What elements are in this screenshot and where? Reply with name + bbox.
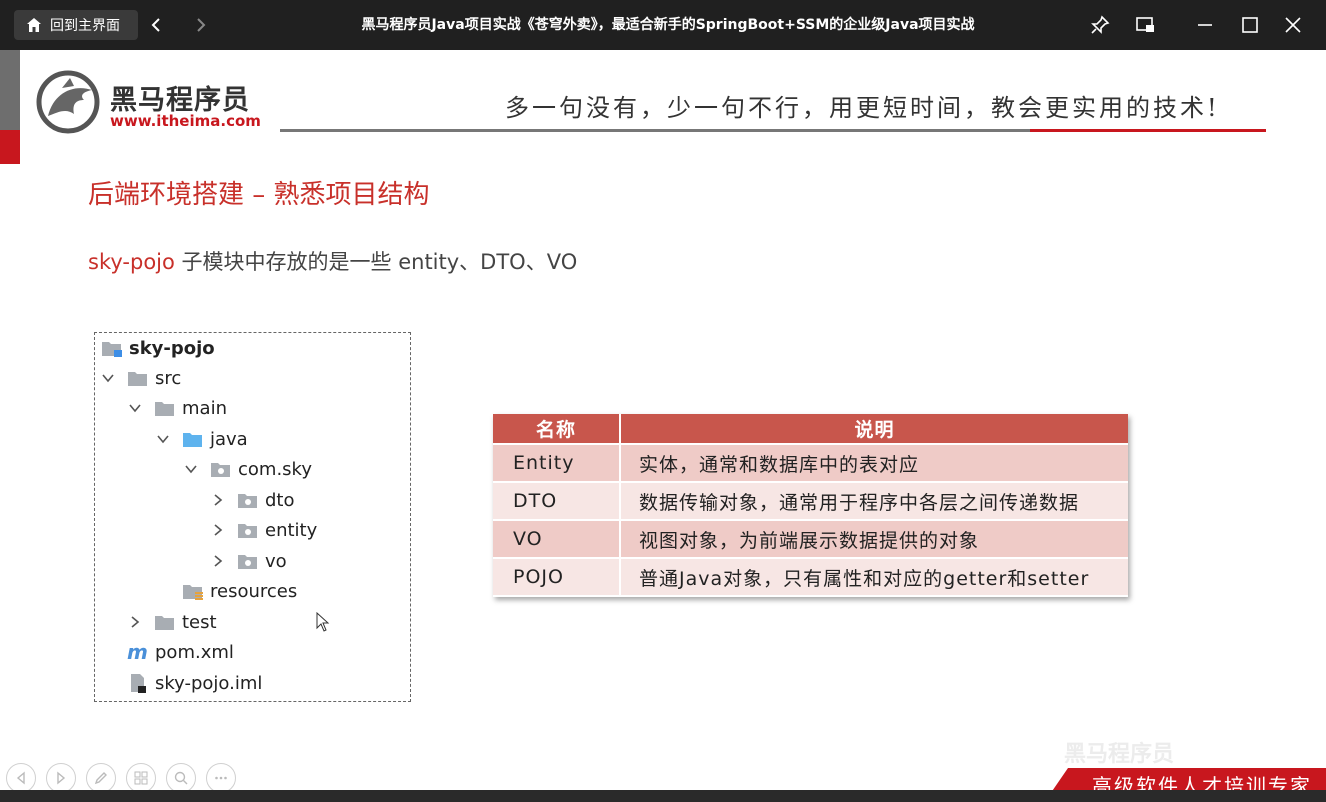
tree-item-src[interactable]: src: [101, 363, 181, 393]
table-cell-desc: 实体，通常和数据库中的表对应: [639, 453, 920, 476]
tree-item-resources[interactable]: resources: [182, 576, 297, 606]
tree-item-test[interactable]: test: [128, 607, 217, 637]
header-divider-accent: [1030, 129, 1266, 132]
resources-folder-icon: [183, 585, 203, 600]
package-icon: [238, 555, 257, 569]
previous-slide-button[interactable]: [6, 763, 36, 790]
home-button-label: 回到主界面: [50, 18, 120, 34]
tree-item-pom-xml[interactable]: m pom.xml: [127, 637, 234, 667]
grid-icon: [134, 771, 148, 785]
pen-icon: [94, 772, 107, 785]
maven-icon: m: [127, 642, 148, 662]
concepts-table: 名称 说明 Entity 实体，通常和数据库中的表对应 DTO 数据传输对象，通…: [493, 414, 1128, 597]
folder-icon: [155, 402, 174, 416]
tree-item-main[interactable]: main: [128, 393, 227, 423]
slogan: 多一句没有，少一句不行，用更短时间，教会更实用的技术!: [505, 94, 1220, 122]
folder-icon: [128, 372, 147, 386]
table-header-row: 名称 说明: [493, 414, 1128, 445]
more-button[interactable]: [206, 763, 236, 790]
table-header-desc: 说明: [854, 419, 895, 441]
pin-icon: [1091, 15, 1110, 34]
tree-item-sky-pojo-iml[interactable]: sky-pojo.iml: [127, 668, 262, 698]
table-cell-desc: 普通Java对象，只有属性和对应的getter和setter: [639, 567, 1090, 590]
description-highlight: sky-pojo: [88, 250, 175, 274]
header-divider: [280, 129, 1030, 132]
description-text: 子模块中存放的是一些 entity、DTO、VO: [174, 250, 578, 274]
table-cell-name: DTO: [493, 483, 621, 519]
chevron-right-icon: [197, 18, 206, 32]
back-button[interactable]: [145, 13, 169, 37]
table-row: DTO 数据传输对象，通常用于程序中各层之间传递数据: [493, 483, 1128, 521]
folder-icon: [155, 616, 174, 630]
watermark: 黑马程序员: [1064, 742, 1175, 767]
home-icon: [27, 18, 41, 32]
pin-button[interactable]: [1088, 13, 1112, 37]
chevron-right-icon: [131, 616, 140, 628]
table-cell-desc: 数据传输对象，通常用于程序中各层之间传递数据: [639, 491, 1080, 514]
section-title: 后端环境搭建 – 熟悉项目结构: [88, 180, 430, 210]
chevron-down-icon: [102, 374, 114, 383]
bottom-bar: [0, 790, 1326, 802]
window-titlebar: 回到主界面 黑马程序员Java项目实战《苍穹外卖》，最适合新手的SpringBo…: [0, 0, 1326, 50]
forward-button[interactable]: [188, 13, 212, 37]
table-cell-name: Entity: [493, 445, 621, 481]
search-icon: [174, 771, 188, 785]
project-file-tree: sky-pojo src main java com.sky dto entit…: [94, 332, 411, 702]
close-icon: [1285, 17, 1301, 33]
module-folder-icon: [102, 342, 122, 357]
table-cell-name: VO: [493, 521, 621, 557]
package-icon: [238, 494, 257, 508]
source-folder-icon: [183, 433, 202, 447]
next-slide-button[interactable]: [46, 763, 76, 790]
table-cell-desc: 视图对象，为前端展示数据提供的对象: [639, 529, 980, 552]
arrow-right-icon: [57, 771, 66, 785]
chevron-down-icon: [157, 435, 169, 444]
picture-in-picture-icon: [1136, 17, 1154, 32]
table-header-name: 名称: [493, 414, 621, 443]
iml-file-icon: [131, 674, 146, 693]
home-button[interactable]: 回到主界面: [14, 10, 138, 40]
left-strip-red: [0, 130, 20, 164]
table-row: Entity 实体，通常和数据库中的表对应: [493, 445, 1128, 483]
close-button[interactable]: [1281, 13, 1305, 37]
package-icon: [238, 524, 257, 538]
chevron-right-icon: [214, 494, 223, 506]
maximize-icon: [1242, 17, 1258, 33]
zoom-button[interactable]: [166, 763, 196, 790]
window-title: 黑马程序员Java项目实战《苍穹外卖》，最适合新手的SpringBoot+SSM…: [361, 17, 975, 33]
table-row: POJO 普通Java对象，只有属性和对应的getter和setter: [493, 559, 1128, 597]
player-toolbar: [6, 763, 236, 790]
slides-overview-button[interactable]: [126, 763, 156, 790]
brand-url: www.itheima.com: [110, 112, 261, 130]
tree-item-java[interactable]: java: [156, 424, 248, 454]
maximize-button[interactable]: [1238, 13, 1262, 37]
minimize-button[interactable]: [1193, 13, 1217, 37]
tree-item-vo[interactable]: vo: [211, 546, 287, 576]
more-icon: [215, 776, 227, 780]
pen-button[interactable]: [86, 763, 116, 790]
slogan-banner: 高级软件人才培训专家: [1046, 768, 1326, 790]
package-icon: [211, 463, 230, 477]
chevron-down-icon: [129, 404, 141, 413]
arrow-left-icon: [16, 771, 25, 785]
chevron-right-icon: [214, 524, 223, 536]
svg-text:m: m: [127, 642, 148, 662]
table-cell-name: POJO: [493, 559, 621, 595]
tree-item-sky-pojo[interactable]: sky-pojo: [101, 333, 215, 363]
tree-item-dto[interactable]: dto: [211, 485, 295, 515]
tree-item-com-sky[interactable]: com.sky: [184, 454, 312, 484]
description: sky-pojo 子模块中存放的是一些 entity、DTO、VO: [88, 246, 577, 276]
tree-item-entity[interactable]: entity: [211, 515, 317, 545]
left-strip-grey: [0, 50, 20, 130]
chevron-down-icon: [185, 465, 197, 474]
minimize-icon: [1198, 24, 1212, 26]
mouse-cursor-icon: [316, 612, 330, 632]
slide: 黑马程序员 www.itheima.com 多一句没有，少一句不行，用更短时间，…: [0, 50, 1326, 790]
picture-in-picture-button[interactable]: [1133, 13, 1157, 37]
chevron-left-icon: [151, 18, 160, 32]
table-row: VO 视图对象，为前端展示数据提供的对象: [493, 521, 1128, 559]
horse-logo-icon: [36, 70, 100, 134]
chevron-right-icon: [214, 555, 223, 567]
